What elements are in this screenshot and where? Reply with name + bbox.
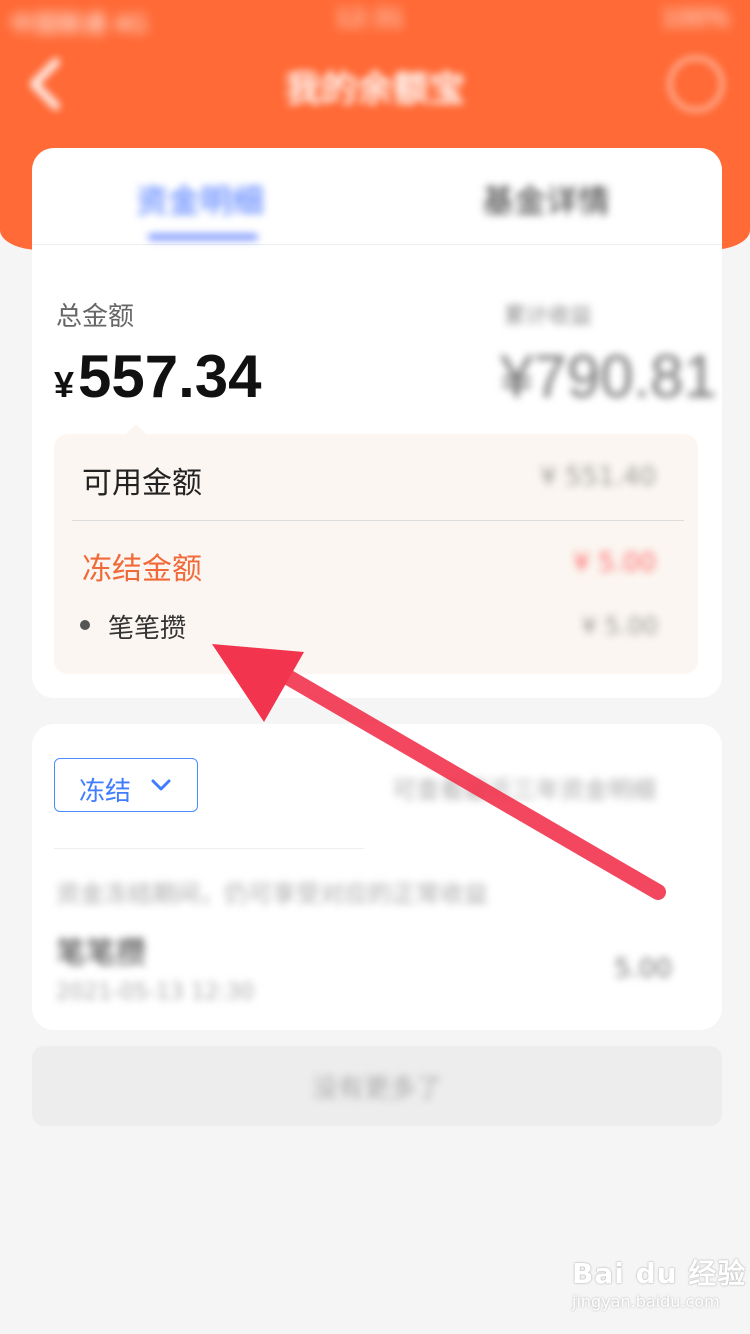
record-time: 2021-05-13 12:30 <box>56 980 255 1005</box>
cumulative-income-amount: ¥790.81 <box>500 343 717 410</box>
record-amount[interactable]: 5.00 <box>614 954 672 984</box>
watermark-url: jingyan.baidu.com <box>572 1292 720 1311</box>
battery-text: 100% <box>661 4 730 32</box>
no-more-banner: 没有更多了 <box>32 1046 722 1126</box>
watermark: Bai du 经验 jingyan.baidu.com <box>572 1252 746 1311</box>
frozen-item-amount[interactable]: ¥ 5.00 <box>582 612 658 640</box>
page-title: 我的余额宝 <box>284 69 465 110</box>
frozen-amount-value: ¥ 5.00 <box>573 548 656 578</box>
watermark-logo: Bai du 经验 <box>572 1257 747 1290</box>
more-options-icon[interactable] <box>668 56 724 112</box>
filter-label: 冻结 <box>79 777 132 807</box>
records-card: 冻结 可查看最近三年资金明细 资金冻结期间，仍可享受对应的正常收益 笔笔攒 20… <box>32 724 722 1030</box>
no-more-text: 没有更多了 <box>311 1074 442 1104</box>
record-title[interactable]: 笔笔攒 <box>56 928 146 972</box>
frozen-notice: 资金冻结期间，仍可享受对应的正常收益 <box>56 880 488 908</box>
tab-fund-info[interactable]: 基金详情 <box>482 176 610 222</box>
currency-symbol: ¥ <box>54 364 75 405</box>
total-amount: ¥557.34 <box>54 342 262 411</box>
frozen-amount-label: 冻结金额 <box>82 552 202 587</box>
cumulative-income-label: 累计收益 <box>504 304 593 329</box>
records-hint: 可查看最近三年资金明细 <box>392 776 656 804</box>
frozen-item-label[interactable]: 笔笔攒 <box>108 608 186 645</box>
balance-detail-box: 可用金额 ¥ 551.40 冻结金额 ¥ 5.00 笔笔攒 ¥ 5.00 <box>54 434 698 674</box>
divider <box>72 520 684 521</box>
available-amount-label: 可用金额 <box>82 466 202 501</box>
status-time: 12:31 <box>335 4 405 32</box>
chevron-down-icon <box>151 779 171 791</box>
tab-fund-details[interactable]: 资金明细 <box>136 176 264 222</box>
balance-card: 资金明细 基金详情 总金额 ¥557.34 累计收益 ¥790.81 可用金额 … <box>32 148 722 698</box>
total-amount-label: 总金额 <box>56 302 135 332</box>
divider <box>54 848 364 849</box>
available-amount-value: ¥ 551.40 <box>540 462 656 492</box>
bullet-dot <box>80 620 90 630</box>
active-tab-indicator <box>148 234 258 240</box>
total-amount-value: 557.34 <box>78 343 262 410</box>
carrier-text: 中国联通 4G <box>10 10 148 38</box>
filter-dropdown[interactable]: 冻结 <box>54 758 198 812</box>
status-bar: 中国联通 4G 12:31 100% <box>0 0 750 40</box>
tab-bar: 资金明细 基金详情 <box>32 148 722 245</box>
